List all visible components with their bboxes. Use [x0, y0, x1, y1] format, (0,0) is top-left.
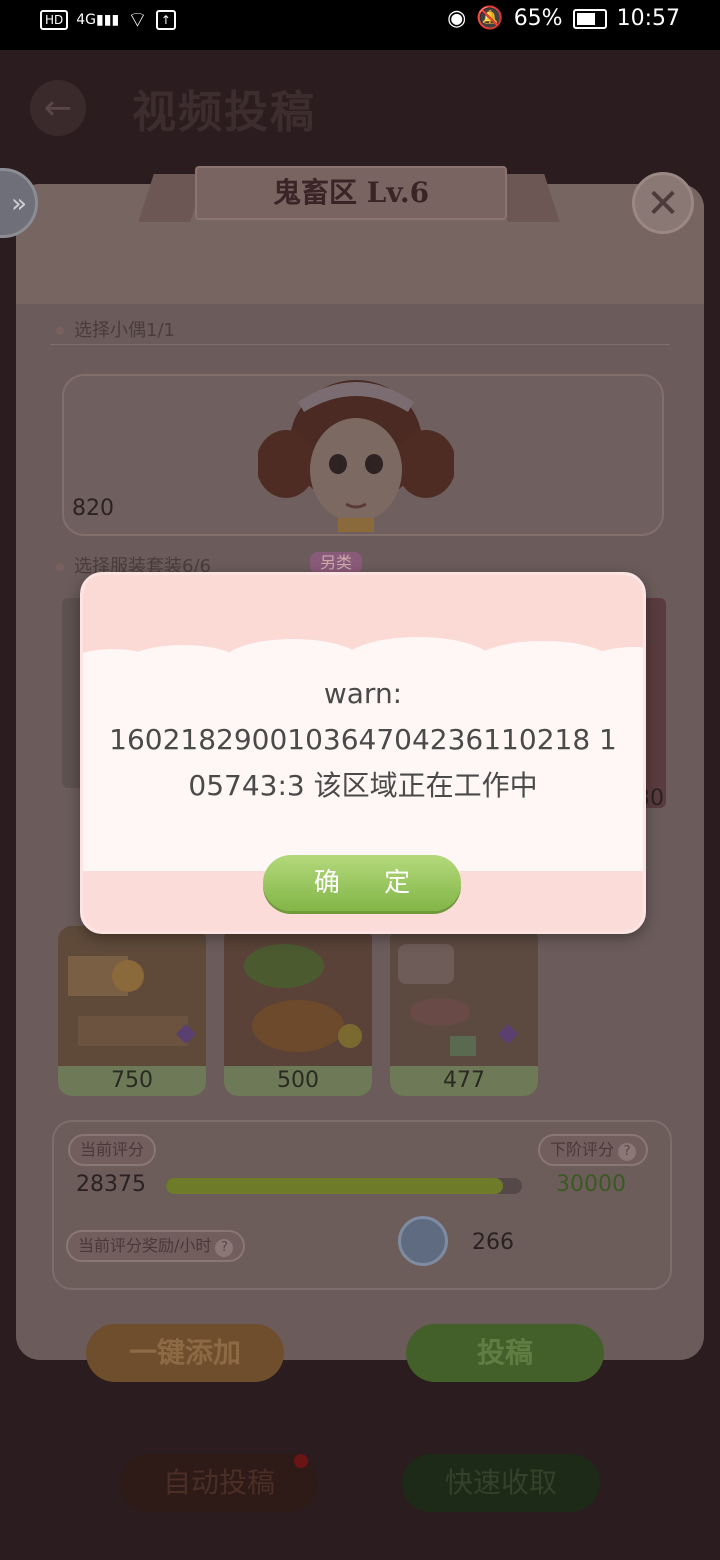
dialog-line-2: 160218290010364704236110218 1	[109, 723, 617, 756]
reward-value: 266	[472, 1230, 514, 1255]
divider	[50, 344, 670, 345]
doll-section-label: 选择小偶1/1	[56, 316, 175, 342]
back-button[interactable]: ←	[30, 80, 86, 136]
auto-submit-button[interactable]: 自动投稿	[120, 1454, 318, 1512]
warning-dialog: warn: 160218290010364704236110218 1 0574…	[80, 572, 646, 934]
upload-icon: ↑	[155, 10, 176, 30]
scene-card-value: 500	[224, 1066, 372, 1096]
score-progress-bar	[166, 1178, 522, 1194]
mute-bell-icon: 🔕	[476, 6, 504, 31]
doll-score: 820	[72, 496, 114, 521]
wifi-icon: ⌔	[127, 8, 148, 33]
page-header: ← 视频投稿	[20, 70, 700, 140]
category-ribbon-title: 鬼畜区 Lv.6	[195, 166, 507, 220]
scene-thumbnail	[224, 926, 372, 1068]
help-icon[interactable]: ?	[215, 1239, 234, 1257]
submit-button[interactable]: 投稿	[406, 1324, 604, 1382]
quick-collect-button[interactable]: 快速收取	[402, 1454, 600, 1512]
style-tag-badge: 另类	[310, 552, 362, 574]
signal-icon: 4G▮▮▮	[76, 12, 120, 28]
bullet-icon	[56, 327, 64, 335]
dialog-line-1: warn:	[323, 677, 403, 710]
hd-icon: HD	[40, 10, 69, 30]
clock: 10:57	[616, 6, 680, 31]
scene-card[interactable]: 500	[224, 926, 372, 1096]
coin-icon	[398, 1216, 448, 1266]
battery-icon	[572, 8, 607, 29]
next-score-value: 30000	[556, 1172, 626, 1197]
current-score-value: 28375	[76, 1172, 146, 1197]
status-bar: HD 4G▮▮▮ ⌔ ↑ ◉ 🔕 65% 10:57	[0, 0, 720, 50]
next-score-label: 下阶评分?	[538, 1134, 649, 1166]
eye-icon: ◉	[447, 6, 467, 31]
dialog-message: warn: 160218290010364704236110218 1 0574…	[83, 671, 643, 809]
scene-card[interactable]: 477	[390, 926, 538, 1096]
battery-percent: 65%	[513, 6, 563, 31]
current-score-label: 当前评分	[68, 1134, 157, 1166]
confirm-button[interactable]: 确 定	[263, 855, 461, 911]
scene-thumbnail	[58, 926, 206, 1068]
doll-portrait	[258, 380, 454, 532]
notification-dot	[294, 1454, 308, 1468]
add-all-button[interactable]: 一键添加	[86, 1324, 284, 1382]
page-title: 视频投稿	[132, 87, 316, 138]
help-icon[interactable]: ?	[618, 1143, 637, 1161]
close-button[interactable]: ✕	[632, 172, 694, 234]
scene-card-value: 750	[58, 1066, 206, 1096]
dialog-line-3: 05743:3 该区域正在工作中	[188, 769, 538, 802]
score-progress-fill	[166, 1178, 503, 1194]
scene-card[interactable]: 750	[58, 926, 206, 1096]
bullet-icon	[56, 563, 64, 571]
scene-card-value: 477	[390, 1066, 538, 1096]
reward-label: 当前评分奖励/小时?	[66, 1230, 246, 1262]
scene-thumbnail	[390, 926, 538, 1068]
